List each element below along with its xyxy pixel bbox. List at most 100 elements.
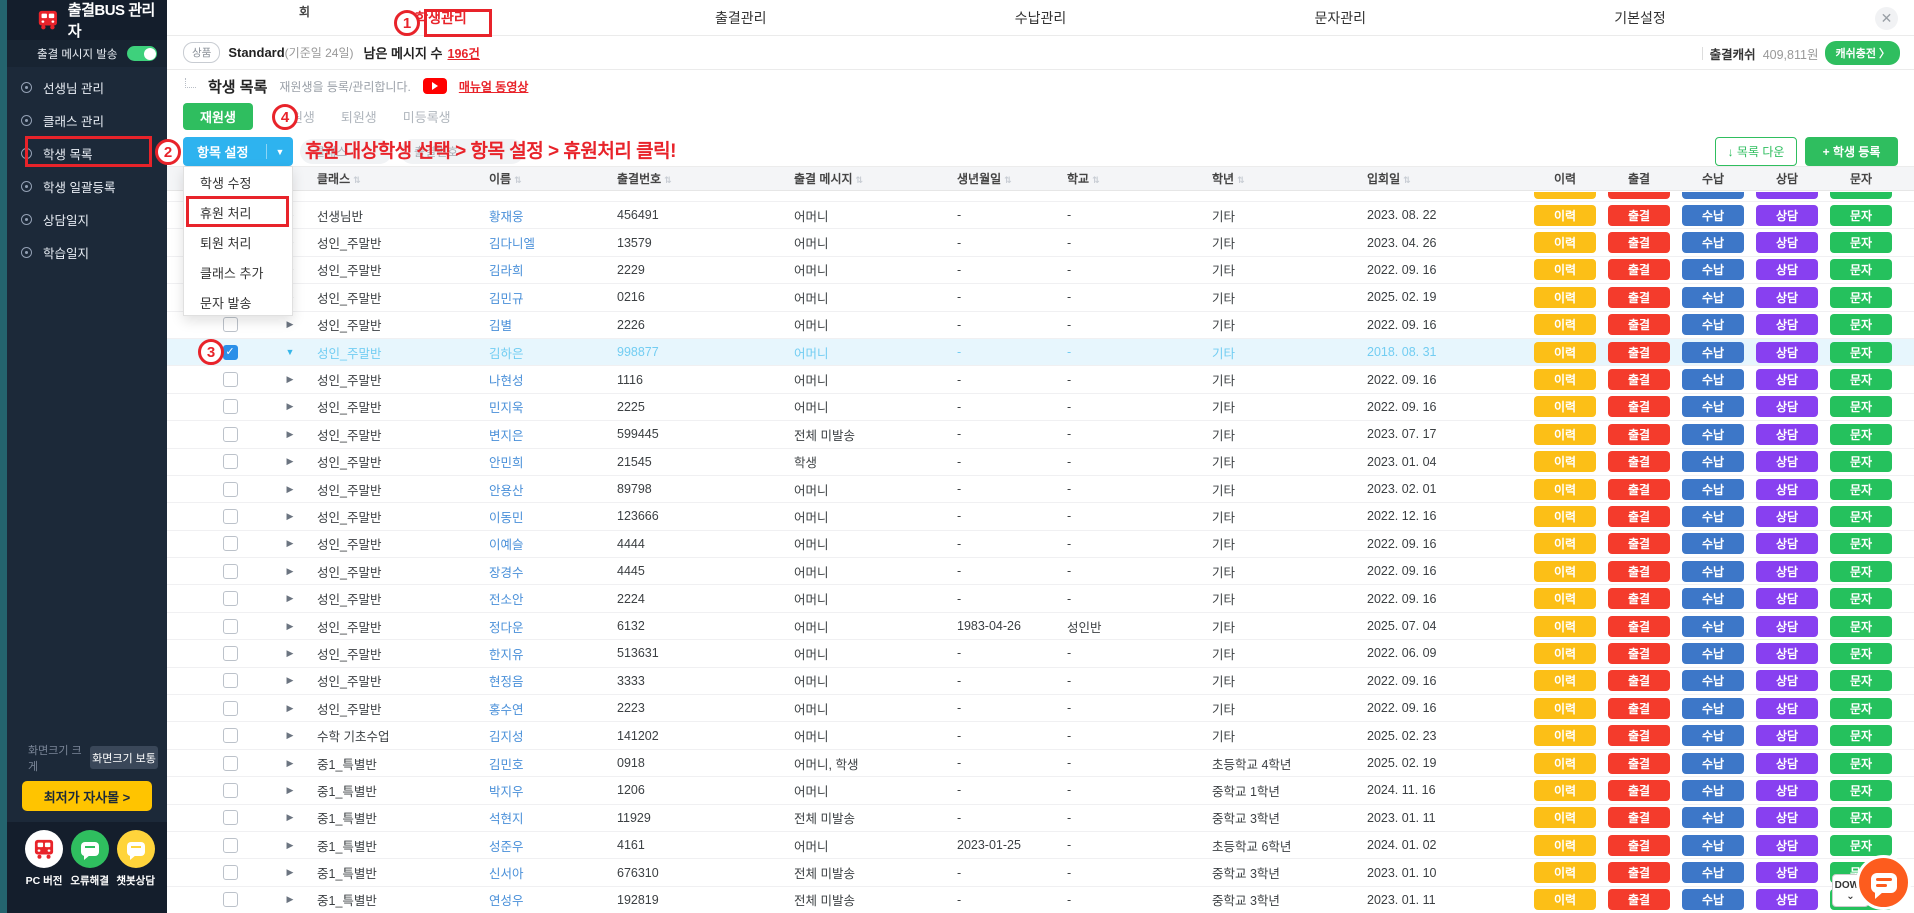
cash-charge-button[interactable]: 캐쉬충전 〉 xyxy=(1825,41,1900,65)
row-action-button-1[interactable]: 이력 xyxy=(1534,670,1596,691)
row-action-button-5[interactable]: 문자 xyxy=(1830,369,1892,390)
row-action-button-5[interactable]: 문자 xyxy=(1830,205,1892,226)
row-action-button-2[interactable]: 출결 xyxy=(1608,314,1670,335)
row-action-button-4[interactable]: 상담 xyxy=(1756,259,1818,280)
row-checkbox[interactable] xyxy=(223,865,238,880)
row-action-button-2[interactable]: 출결 xyxy=(1608,232,1670,253)
channel-chat-button[interactable] xyxy=(1856,855,1911,910)
row-checkbox[interactable] xyxy=(223,646,238,661)
row-checkbox[interactable] xyxy=(223,399,238,414)
row-action-button-4[interactable]: 상담 xyxy=(1756,533,1818,554)
row-action-button-5[interactable]: 문자 xyxy=(1830,396,1892,417)
row-action-button-1[interactable]: 이력 xyxy=(1534,424,1596,445)
row-action-button-1[interactable]: 이력 xyxy=(1534,342,1596,363)
row-checkbox[interactable] xyxy=(223,591,238,606)
sidebar-item-2[interactable]: 클래스 관리 xyxy=(7,104,167,137)
pc-version-button[interactable]: PC 버전 xyxy=(25,830,63,913)
column-header-4[interactable]: 출결 메시지⇅ xyxy=(782,170,945,187)
student-register-button[interactable]: + 학생 등록 xyxy=(1805,137,1898,166)
row-checkbox[interactable] xyxy=(223,482,238,497)
row-action-button-3[interactable]: 수납 xyxy=(1682,889,1744,910)
row-action-button-4[interactable]: 상담 xyxy=(1756,643,1818,664)
row-action-button-3[interactable]: 수납 xyxy=(1682,780,1744,801)
row-action-button-4[interactable]: 상담 xyxy=(1756,835,1818,856)
row-action-button-5[interactable]: 문자 xyxy=(1830,561,1892,582)
row-action-button-3[interactable]: 수납 xyxy=(1682,342,1744,363)
row-checkbox[interactable] xyxy=(223,619,238,634)
cell-student-name[interactable]: 석현지 xyxy=(477,808,605,827)
dropdown-item-5[interactable]: 문자 발송 xyxy=(184,287,292,317)
chatbot-button[interactable]: 챗봇상담 xyxy=(116,830,155,913)
row-action-button-2[interactable]: 출결 xyxy=(1608,889,1670,910)
column-header-8[interactable]: 입회일⇅ xyxy=(1355,170,1528,187)
message-send-toggle[interactable] xyxy=(127,46,157,61)
cell-student-name[interactable]: 박지우 xyxy=(477,781,605,800)
cell-student-name[interactable]: 나현성 xyxy=(477,370,605,389)
row-checkbox[interactable] xyxy=(223,728,238,743)
row-action-button-2[interactable]: 출결 xyxy=(1608,862,1670,883)
row-action-button-2[interactable]: 출결 xyxy=(1608,205,1670,226)
row-action-button-3[interactable]: 수납 xyxy=(1682,588,1744,609)
column-header-6[interactable]: 학교⇅ xyxy=(1055,170,1200,187)
row-action-button-1[interactable]: 이력 xyxy=(1534,506,1596,527)
row-checkbox[interactable] xyxy=(223,783,238,798)
row-action-button-2[interactable]: 출결 xyxy=(1608,424,1670,445)
manual-video-link[interactable]: 매뉴얼 동영상 xyxy=(459,78,529,95)
row-expand-arrow[interactable]: ▼ xyxy=(263,347,317,357)
row-action-button-2[interactable]: 출결 xyxy=(1608,506,1670,527)
row-expand-arrow[interactable]: ▶ xyxy=(263,319,317,330)
row-expand-arrow[interactable]: ▶ xyxy=(263,648,317,659)
row-action-button-4[interactable]: 상담 xyxy=(1756,889,1818,910)
row-action-button-2[interactable]: 출결 xyxy=(1608,479,1670,500)
close-icon[interactable]: ✕ xyxy=(1875,7,1898,30)
row-action-button-3[interactable]: 수납 xyxy=(1682,807,1744,828)
sidebar-item-1[interactable]: 선생님 관리 xyxy=(7,71,167,104)
row-action-button-1[interactable]: 이력 xyxy=(1534,451,1596,472)
dropdown-item-1[interactable]: 학생 수정 xyxy=(184,167,292,197)
row-action-button-2[interactable]: 출결 xyxy=(1608,369,1670,390)
row-action-button-1[interactable]: 이력 xyxy=(1534,698,1596,719)
row-action-button-1[interactable]: 이력 xyxy=(1534,205,1596,226)
cell-student-name[interactable]: 한지유 xyxy=(477,644,605,663)
row-action-button-4[interactable]: 상담 xyxy=(1756,396,1818,417)
row-action-button-5[interactable]: 문자 xyxy=(1830,807,1892,828)
row-action-button-3[interactable]: 수납 xyxy=(1682,835,1744,856)
screen-size-normal-button[interactable]: 화면크기 보통 xyxy=(90,746,158,769)
row-action-button-3[interactable]: 수납 xyxy=(1682,424,1744,445)
row-checkbox[interactable] xyxy=(223,810,238,825)
row-action-button-1[interactable]: 이력 xyxy=(1534,889,1596,910)
row-action-button-4[interactable]: 상담 xyxy=(1756,342,1818,363)
row-expand-arrow[interactable]: ▶ xyxy=(263,593,317,604)
cell-student-name[interactable]: 김라희 xyxy=(477,260,605,279)
row-action-button-1[interactable]: 이력 xyxy=(1534,835,1596,856)
row-checkbox[interactable] xyxy=(223,756,238,771)
row-action-button-4[interactable]: 상담 xyxy=(1756,561,1818,582)
row-action-button-5[interactable]: 문자 xyxy=(1830,287,1892,308)
nav-item-5[interactable]: 기본설정 xyxy=(1614,8,1666,28)
row-action-button-4[interactable]: 상담 xyxy=(1756,807,1818,828)
column-header-1[interactable]: 클래스⇅ xyxy=(317,170,477,187)
row-action-button-5[interactable]: 문자 xyxy=(1830,753,1892,774)
row-action-button-2[interactable]: 출결 xyxy=(1608,342,1670,363)
row-expand-arrow[interactable]: ▶ xyxy=(263,621,317,632)
row-action-button-4[interactable]: 상담 xyxy=(1756,479,1818,500)
row-action-button-2[interactable]: 출결 xyxy=(1608,725,1670,746)
row-action-button-4[interactable]: 상담 xyxy=(1756,314,1818,335)
row-action-button-5[interactable]: 문자 xyxy=(1830,314,1892,335)
row-action-button-3[interactable]: 수납 xyxy=(1682,314,1744,335)
row-action-button-5[interactable]: 문자 xyxy=(1830,232,1892,253)
sidebar-item-6[interactable]: 학습일지 xyxy=(7,236,167,269)
row-action-button-3[interactable]: 수납 xyxy=(1682,753,1744,774)
cell-student-name[interactable]: 김하은 xyxy=(477,343,605,362)
row-action-button-5[interactable]: 문자 xyxy=(1830,835,1892,856)
row-action-button-2[interactable]: 출결 xyxy=(1608,396,1670,417)
row-action-button-3[interactable]: 수납 xyxy=(1682,862,1744,883)
row-action-button-4[interactable]: 상담 xyxy=(1756,753,1818,774)
cell-student-name[interactable]: 이예슬 xyxy=(477,534,605,553)
row-action-button-4[interactable]: 상담 xyxy=(1756,588,1818,609)
row-action-button-4[interactable]: 상담 xyxy=(1756,287,1818,308)
row-action-button-1[interactable]: 이력 xyxy=(1534,396,1596,417)
row-action-button-2[interactable]: 출결 xyxy=(1608,259,1670,280)
row-action-button-4[interactable]: 상담 xyxy=(1756,670,1818,691)
row-action-button-1[interactable]: 이력 xyxy=(1534,287,1596,308)
